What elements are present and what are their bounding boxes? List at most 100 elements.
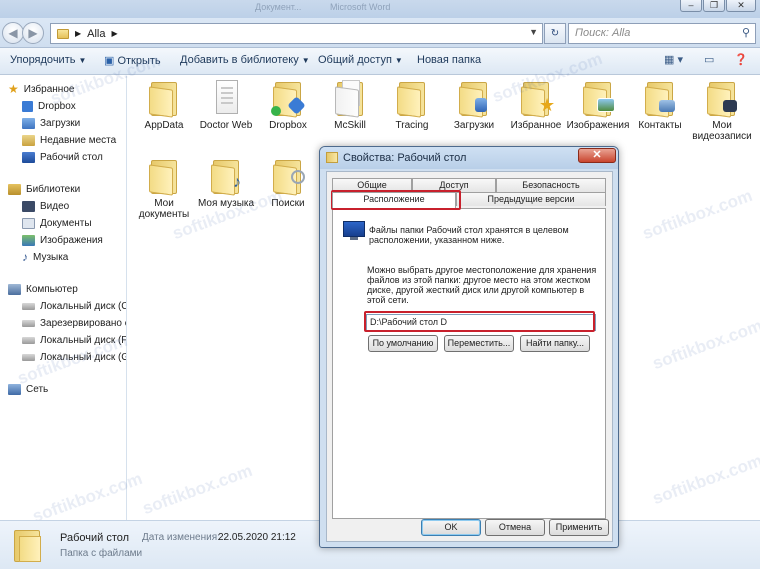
location-info-line-2: расположении, указанном ниже. xyxy=(369,235,505,245)
add-to-library-button[interactable]: Добавить в библиотеку ▼ xyxy=(180,54,310,66)
searches-folder-icon xyxy=(271,158,305,196)
pictures-icon xyxy=(22,234,35,246)
chevron-down-icon: ▼ xyxy=(78,56,87,65)
nav-item-disk-g[interactable]: Локальный диск (G xyxy=(22,349,127,365)
tab-general[interactable]: Общие xyxy=(332,178,412,192)
open-label: Открыть xyxy=(117,55,161,67)
file-item-dropbox[interactable]: Dropbox xyxy=(256,80,320,131)
location-help-line-3: диске, другой жесткий диск или другой ко… xyxy=(367,285,585,295)
dropbox-icon xyxy=(22,100,33,112)
file-item-favorites[interactable]: ★ Избранное xyxy=(504,80,568,131)
nav-libraries[interactable]: Библиотеки xyxy=(8,181,80,197)
file-item-my-videos[interactable]: Мои видеозаписи xyxy=(690,80,754,142)
organize-button[interactable]: Упорядочить ▼ xyxy=(10,54,86,66)
dialog-close-button[interactable]: ✕ xyxy=(578,148,616,163)
nav-item-recent[interactable]: Недавние места xyxy=(22,132,116,148)
search-input[interactable]: Поиск: Alla ⚲ xyxy=(568,23,756,44)
file-item-my-music[interactable]: ♪ Моя музыка xyxy=(194,158,258,209)
file-item-doctor-web[interactable]: Doctor Web xyxy=(194,80,258,131)
nav-label: Локальный диск (C xyxy=(40,300,127,312)
tab-previous-versions[interactable]: Предыдущие версии xyxy=(456,192,606,206)
folder-icon xyxy=(333,80,367,118)
document-folder-icon xyxy=(209,80,243,116)
file-label: AppData xyxy=(144,120,184,131)
tab-access[interactable]: Доступ xyxy=(412,178,496,192)
nav-item-downloads[interactable]: Загрузки xyxy=(22,115,80,131)
video-icon xyxy=(22,200,35,212)
downloads-icon xyxy=(22,117,35,129)
ok-button[interactable]: OK xyxy=(421,519,481,536)
refresh-button[interactable]: ↻ xyxy=(544,23,566,44)
nav-item-documents[interactable]: Документы xyxy=(22,215,92,231)
nav-item-pictures[interactable]: Изображения xyxy=(22,232,103,248)
open-button[interactable]: ▣ Открыть xyxy=(104,54,161,67)
breadcrumb-alla[interactable]: Alla xyxy=(87,28,105,40)
nav-computer[interactable]: Компьютер xyxy=(8,281,78,297)
nav-item-video[interactable]: Видео xyxy=(22,198,69,214)
chevron-down-icon[interactable]: ▼ xyxy=(529,27,538,37)
file-item-tracing[interactable]: Tracing xyxy=(380,80,444,131)
window-title-fragment: Microsoft Word xyxy=(330,2,391,12)
file-item-mcskill[interactable]: McSkill xyxy=(318,80,382,131)
address-bar[interactable]: ▶ Alla ▶ ▼ xyxy=(50,23,543,44)
nav-label: Изображения xyxy=(40,234,103,246)
nav-label: Избранное xyxy=(23,83,75,95)
dialog-titlebar[interactable]: Свойства: Рабочий стол ✕ xyxy=(320,147,618,169)
music-icon: ♪ xyxy=(22,250,28,264)
location-path-field[interactable]: D:\Рабочий стол D xyxy=(366,314,596,331)
dialog-title: Свойства: Рабочий стол xyxy=(343,152,467,164)
nav-item-disk-f[interactable]: Локальный диск (F: xyxy=(22,332,126,348)
window-titlebar: Документ... Microsoft Word – ❐ ✕ xyxy=(0,0,760,18)
forward-button[interactable]: ▶ xyxy=(22,22,44,44)
folder-icon xyxy=(57,28,69,39)
file-label: Загрузки xyxy=(453,120,495,131)
file-item-pictures[interactable]: Изображения xyxy=(566,80,630,131)
tab-security[interactable]: Безопасность xyxy=(496,178,606,192)
file-label: Избранное xyxy=(510,120,562,131)
nav-network[interactable]: Сеть xyxy=(8,381,48,397)
minimize-button[interactable]: – xyxy=(680,0,702,12)
desktop-icon xyxy=(22,151,35,163)
chevron-right-icon: ▶ xyxy=(75,29,82,38)
new-folder-button[interactable]: Новая папка xyxy=(417,54,481,66)
file-item-appdata[interactable]: AppData xyxy=(132,80,196,131)
file-item-contacts[interactable]: Контакты xyxy=(628,80,692,131)
nav-label: Dropbox xyxy=(38,100,76,112)
music-folder-icon: ♪ xyxy=(209,158,243,196)
file-label: Моя музыка xyxy=(197,198,255,209)
nav-label: Документы xyxy=(40,217,92,229)
nav-label: Загрузки xyxy=(40,117,81,129)
nav-item-disk-c[interactable]: Локальный диск (C xyxy=(22,298,127,314)
location-help-line-4: этой сети. xyxy=(367,295,409,305)
apply-button[interactable]: Применить xyxy=(549,519,609,536)
tab-location[interactable]: Расположение xyxy=(332,192,456,208)
folder-icon xyxy=(147,158,181,196)
disk-icon xyxy=(22,336,35,344)
file-item-my-documents[interactable]: Мои документы xyxy=(132,158,196,220)
preview-pane-icon[interactable]: ▭ xyxy=(704,53,714,70)
help-icon[interactable]: ❓ xyxy=(734,53,748,70)
folder-icon xyxy=(395,80,429,118)
search-icon: ⚲ xyxy=(741,27,750,39)
nav-favorites[interactable]: ★ Избранное xyxy=(8,81,74,97)
find-folder-button[interactable]: Найти папку... xyxy=(520,335,590,352)
view-options-icon[interactable]: ▦ ▾ xyxy=(664,53,683,70)
share-button[interactable]: Общий доступ ▼ xyxy=(318,54,403,66)
nav-item-music[interactable]: ♪ Музыка xyxy=(22,249,68,265)
close-window-button[interactable]: ✕ xyxy=(726,0,756,12)
search-placeholder: Поиск: Alla xyxy=(575,27,631,39)
move-button[interactable]: Переместить... xyxy=(444,335,514,352)
file-item-downloads[interactable]: Загрузки xyxy=(442,80,506,131)
nav-item-reserved[interactable]: Зарезервировано с xyxy=(22,315,126,331)
file-item-searches[interactable]: Поиски xyxy=(256,158,320,209)
maximize-button[interactable]: ❐ xyxy=(703,0,725,12)
cancel-button[interactable]: Отмена xyxy=(485,519,545,536)
location-help-line-1: Можно выбрать другое местоположение для … xyxy=(367,265,597,275)
nav-item-dropbox[interactable]: Dropbox xyxy=(22,98,76,114)
details-date-value: 22.05.2020 21:12 xyxy=(218,532,296,543)
nav-item-desktop[interactable]: Рабочий стол xyxy=(22,149,103,165)
nav-label: Музыка xyxy=(33,251,69,263)
back-button[interactable]: ◀ xyxy=(2,22,24,44)
nav-label: Локальный диск (G xyxy=(40,351,127,363)
restore-default-button[interactable]: По умолчанию xyxy=(368,335,438,352)
